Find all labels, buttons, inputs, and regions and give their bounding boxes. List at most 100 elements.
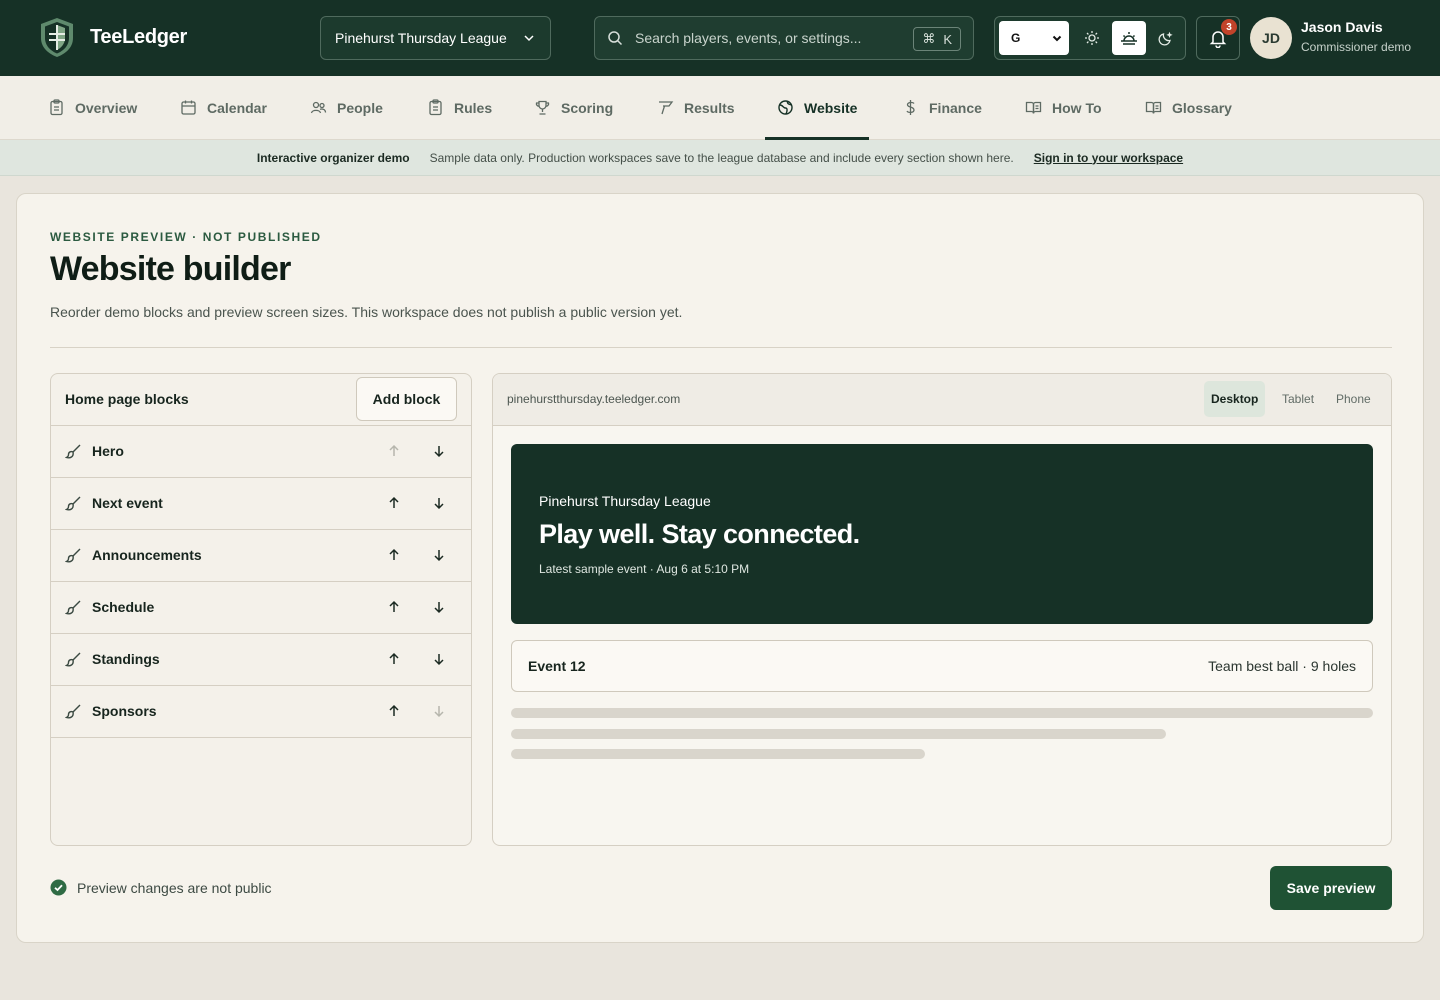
tab-label: Results — [684, 99, 735, 116]
tab-label: Calendar — [207, 99, 267, 116]
dark-mode-button[interactable] — [1149, 21, 1183, 55]
brush-icon — [65, 652, 81, 667]
move-up-button[interactable] — [384, 649, 404, 669]
add-block-button[interactable]: Add block — [356, 377, 457, 421]
tab-label: Rules — [454, 99, 493, 116]
brush-icon — [65, 548, 81, 563]
brush-icon — [65, 496, 81, 511]
move-up-button[interactable] — [384, 441, 404, 461]
brush-icon — [65, 704, 81, 719]
block-label: Announcements — [92, 547, 202, 563]
preview-event-card: Event 12 Team best ball · 9 holes — [511, 640, 1373, 692]
preview-hero-block: Pinehurst Thursday League Play well. Sta… — [511, 444, 1373, 624]
move-down-button[interactable] — [429, 441, 449, 461]
tab-finance[interactable]: Finance — [902, 76, 982, 139]
move-down-button[interactable] — [429, 597, 449, 617]
move-down-button[interactable] — [429, 649, 449, 669]
people-icon — [310, 101, 327, 114]
device-tab-desktop[interactable]: Desktop — [1204, 381, 1266, 417]
move-up-button[interactable] — [384, 493, 404, 513]
arrow-up-icon — [389, 652, 399, 664]
globe-icon — [778, 100, 793, 115]
block-row-sponsors[interactable]: Sponsors — [51, 686, 471, 738]
moon-icon — [1158, 31, 1173, 46]
move-down-button[interactable] — [429, 701, 449, 721]
tab-rules[interactable]: Rules — [427, 76, 492, 139]
move-up-button[interactable] — [384, 597, 404, 617]
status-text: Preview changes are not public — [77, 879, 272, 896]
block-label: Next event — [92, 495, 163, 511]
chevron-down-icon — [1052, 35, 1062, 42]
tab-label: Scoring — [561, 99, 614, 116]
app-name: TeeLedger — [90, 25, 187, 48]
device-tab-phone[interactable]: Phone — [1329, 381, 1378, 417]
banner-text: Sample data only. Production workspaces … — [429, 150, 1014, 165]
event-meta: Team best ball · 9 holes — [1208, 658, 1356, 674]
mode-select[interactable]: G — [999, 21, 1069, 55]
tab-website[interactable]: Website — [764, 76, 870, 140]
notifications-button[interactable]: 3 — [1196, 16, 1240, 60]
block-label: Schedule — [92, 599, 155, 615]
block-row-hero[interactable]: Hero — [51, 426, 471, 478]
blocks-title: Home page blocks — [65, 391, 189, 407]
tab-calendar[interactable]: Calendar — [180, 76, 267, 139]
book-icon — [1025, 101, 1042, 114]
search-input[interactable]: Search players, events, or settings... ⌘… — [594, 16, 974, 60]
move-up-button[interactable] — [384, 545, 404, 565]
block-row-next-event[interactable]: Next event — [51, 478, 471, 530]
sign-in-link[interactable]: Sign in to your workspace — [1034, 151, 1183, 165]
keyboard-shortcut: ⌘ K — [913, 27, 961, 51]
save-preview-button[interactable]: Save preview — [1270, 866, 1392, 910]
block-row-schedule[interactable]: Schedule — [51, 582, 471, 634]
top-bar: TeeLedger Pinehurst Thursday League Sear… — [0, 0, 1440, 76]
flag-icon — [659, 101, 674, 115]
tab-scoring[interactable]: Scoring — [534, 76, 613, 139]
hero-league-name: Pinehurst Thursday League — [539, 493, 711, 509]
website-builder-card: WEBSITE PREVIEW · NOT PUBLISHED Website … — [16, 193, 1424, 943]
tab-glossary[interactable]: Glossary — [1145, 76, 1232, 139]
main-nav: Overview Calendar People Rules Scoring R… — [0, 76, 1440, 140]
clipboard-icon — [429, 99, 442, 116]
arrow-up-icon — [389, 704, 399, 716]
avatar[interactable]: JD — [1250, 17, 1292, 59]
sunrise-icon — [1121, 32, 1137, 45]
light-mode-button[interactable] — [1075, 21, 1109, 55]
arrow-down-icon — [434, 446, 444, 458]
tab-how-to[interactable]: How To — [1025, 76, 1102, 139]
hero-subtitle: Latest sample event · Aug 6 at 5:10 PM — [539, 562, 750, 576]
demo-banner: Interactive organizer demo Sample data o… — [0, 140, 1440, 176]
device-tab-tablet[interactable]: Tablet — [1275, 381, 1321, 417]
tab-label: People — [337, 99, 383, 116]
arrow-up-icon — [389, 600, 399, 612]
search-icon — [608, 31, 623, 46]
tab-people[interactable]: People — [310, 76, 383, 139]
shield-logo-icon — [41, 18, 73, 57]
notification-badge: 3 — [1221, 19, 1237, 35]
arrow-up-icon — [389, 548, 399, 560]
sunset-mode-button[interactable] — [1112, 21, 1146, 55]
block-row-standings[interactable]: Standings — [51, 634, 471, 686]
check-circle-icon — [50, 879, 67, 896]
user-name[interactable]: Jason Davis — [1301, 19, 1383, 35]
block-label: Sponsors — [92, 703, 157, 719]
tab-label: How To — [1052, 99, 1102, 116]
league-selector[interactable]: Pinehurst Thursday League — [320, 16, 551, 60]
move-up-button[interactable] — [384, 701, 404, 721]
divider — [50, 347, 1392, 348]
move-down-button[interactable] — [429, 545, 449, 565]
arrow-up-icon — [389, 444, 399, 456]
page-title: Website builder — [50, 250, 291, 288]
page-description: Reorder demo blocks and preview screen s… — [50, 304, 683, 320]
page-eyebrow: WEBSITE PREVIEW · NOT PUBLISHED — [50, 230, 322, 244]
mode-select-value: G — [1011, 31, 1021, 45]
chevron-down-icon — [524, 35, 534, 42]
brush-icon — [65, 444, 81, 459]
tab-results[interactable]: Results — [657, 76, 735, 139]
blocks-header: Home page blocks Add block — [51, 374, 471, 426]
arrow-down-icon — [434, 706, 444, 718]
move-down-button[interactable] — [429, 493, 449, 513]
clipboard-icon — [50, 99, 63, 116]
block-row-announcements[interactable]: Announcements — [51, 530, 471, 582]
brand[interactable]: TeeLedger — [38, 16, 187, 58]
tab-overview[interactable]: Overview — [48, 76, 137, 139]
